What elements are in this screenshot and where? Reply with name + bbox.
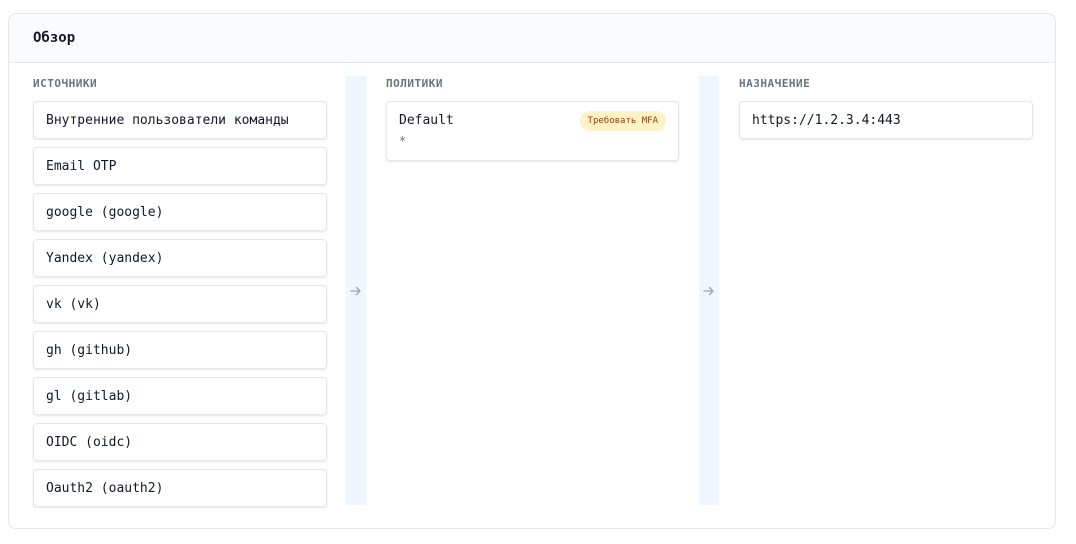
policy-card[interactable]: Default * Требовать MFA [386,101,679,161]
require-mfa-badge: Требовать MFA [579,111,666,131]
source-item-label: Yandex (yandex) [46,250,164,266]
destination-label: НАЗНАЧЕНИЕ [739,77,811,90]
source-item[interactable]: Yandex (yandex) [33,239,327,277]
source-item-label: gl (gitlab) [46,388,133,404]
source-item-label: google (google) [46,204,164,220]
source-item-label: Внутренние пользователи команды [46,112,289,128]
source-item[interactable]: Oauth2 (oauth2) [33,469,327,507]
source-item[interactable]: gl (gitlab) [33,377,327,415]
sources-column: ИСТОЧНИКИ Внутренние пользователи команд… [33,76,327,515]
sources-label: ИСТОЧНИКИ [33,77,98,90]
source-item[interactable]: gh (github) [33,331,327,369]
policies-label: ПОЛИТИКИ [386,77,443,90]
source-item-label: Email OTP [46,158,117,174]
source-item-label: OIDC (oidc) [46,434,133,450]
arrow-right-icon [350,286,361,295]
overview-panel: Обзор ИСТОЧНИКИ Внутренние пользователи … [8,13,1056,529]
destination-url: https://1.2.3.4:443 [752,112,901,128]
policies-to-destination-connector [699,76,719,505]
panel-title: Обзор [33,30,76,46]
destination-item[interactable]: https://1.2.3.4:443 [739,101,1033,139]
destination-column: НАЗНАЧЕНИЕ https://1.2.3.4:443 [739,76,1033,139]
source-item[interactable]: vk (vk) [33,285,327,323]
source-item[interactable]: Email OTP [33,147,327,185]
source-item-label: vk (vk) [46,296,101,312]
panel-header: Обзор [9,14,1055,63]
source-item[interactable]: google (google) [33,193,327,231]
policy-pattern: * [399,134,407,148]
source-item-label: gh (github) [46,342,133,358]
policies-column: ПОЛИТИКИ Default * Требовать MFA [386,76,679,161]
sources-to-policies-connector [346,76,366,505]
source-item[interactable]: Внутренние пользователи команды [33,101,327,139]
source-item[interactable]: OIDC (oidc) [33,423,327,461]
arrow-right-icon [703,286,714,295]
source-item-label: Oauth2 (oauth2) [46,480,164,496]
